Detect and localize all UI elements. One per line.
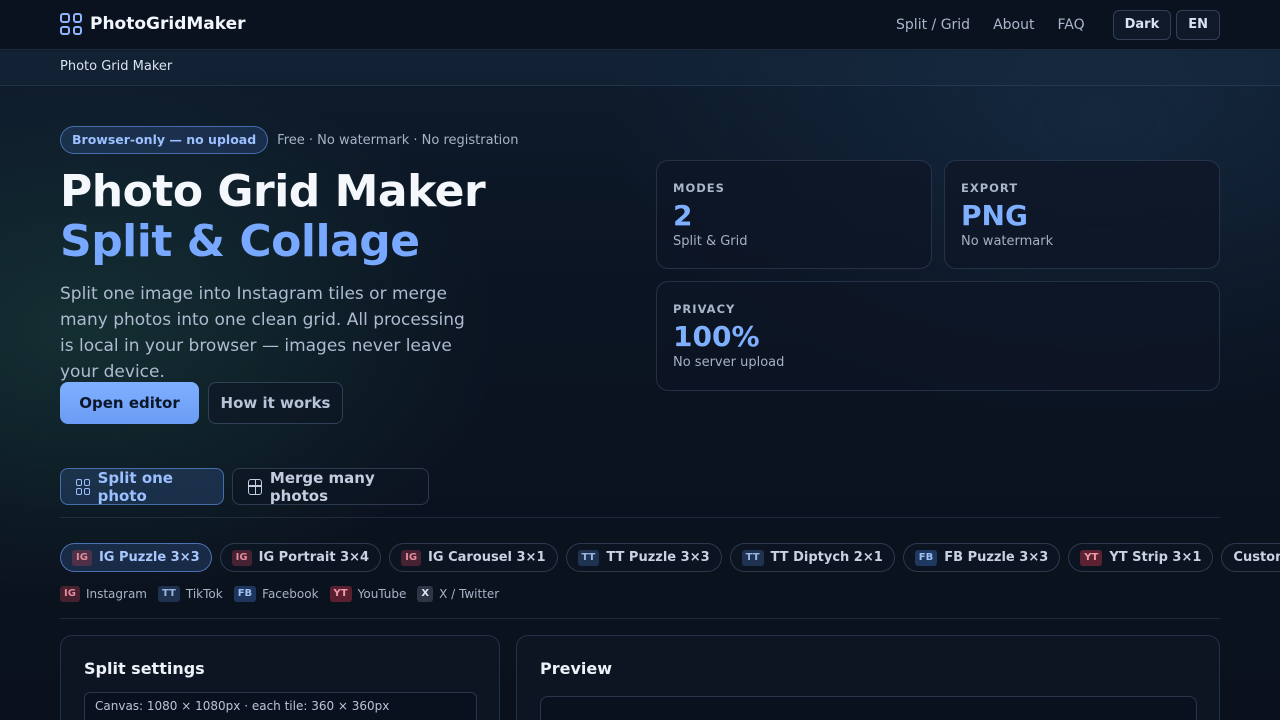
grid-2x2-icon bbox=[76, 478, 90, 495]
open-editor-button[interactable]: Open editor bbox=[60, 382, 199, 424]
page-subtitle: Split & Collage bbox=[60, 216, 420, 267]
preview-title: Preview bbox=[540, 659, 613, 678]
section-divider bbox=[60, 618, 1220, 619]
legend-label: YouTube bbox=[357, 587, 407, 601]
hero-description: Split one image into Instagram tiles or … bbox=[60, 284, 465, 382]
legend-label: Facebook bbox=[262, 587, 319, 601]
tiktok-tag-icon: TT bbox=[158, 586, 180, 602]
preset-ig-puzzle-3x3[interactable]: IG IG Puzzle 3×3 bbox=[60, 543, 212, 572]
badge-note: Free · No watermark · No registration bbox=[277, 132, 519, 148]
tab-label: Split one photo bbox=[97, 468, 173, 505]
instagram-tag-icon: IG bbox=[231, 549, 252, 566]
preset-chip-row: IG IG Puzzle 3×3 IG IG Portrait 3×4 IG I… bbox=[60, 543, 1280, 572]
main-nav: Split / Grid About FAQ Dark EN bbox=[896, 10, 1220, 40]
stat-label: MODES bbox=[673, 181, 725, 195]
canvas-info-field: Canvas: 1080 × 1080px · each tile: 360 ×… bbox=[84, 692, 477, 720]
tiktok-tag-icon: TT bbox=[741, 549, 764, 566]
preset-label: TT Puzzle 3×3 bbox=[606, 550, 710, 565]
legend-item-x-twitter: X X / Twitter bbox=[417, 586, 499, 602]
grid-square-icon bbox=[248, 478, 262, 495]
youtube-tag-icon: YT bbox=[1080, 549, 1103, 566]
brand-name: PhotoGridMaker bbox=[90, 14, 246, 34]
instagram-tag-icon: IG bbox=[401, 549, 422, 566]
brand-logo-link[interactable]: PhotoGridMaker bbox=[60, 13, 246, 35]
legend-item-youtube: YT YouTube bbox=[329, 586, 407, 602]
preview-canvas[interactable] bbox=[540, 696, 1197, 720]
section-divider bbox=[60, 517, 1220, 518]
instagram-tag-icon: IG bbox=[60, 586, 80, 602]
theme-toggle-button[interactable]: Dark bbox=[1112, 10, 1172, 40]
legend-label: TikTok bbox=[185, 587, 223, 601]
stat-sub: No watermark bbox=[961, 234, 1054, 249]
legend-label: X / Twitter bbox=[439, 587, 500, 601]
nav-link-faq[interactable]: FAQ bbox=[1057, 10, 1084, 40]
stat-card-privacy: PRIVACY 100% No server upload bbox=[656, 281, 1220, 391]
preset-tt-diptych-2x1[interactable]: TT TT Diptych 2×1 bbox=[729, 543, 895, 572]
top-navbar: PhotoGridMaker Split / Grid About FAQ Da… bbox=[0, 0, 1280, 50]
preview-panel: Preview bbox=[516, 635, 1220, 720]
stat-sub: No server upload bbox=[673, 355, 785, 370]
legend-item-facebook: FB Facebook bbox=[233, 586, 319, 602]
youtube-tag-icon: YT bbox=[329, 586, 352, 602]
preset-fb-puzzle-3x3[interactable]: FB FB Puzzle 3×3 bbox=[902, 543, 1061, 572]
tiktok-tag-icon: TT bbox=[577, 549, 600, 566]
browser-only-badge: Browser-only — no upload bbox=[60, 126, 269, 154]
nav-link-split-grid[interactable]: Split / Grid bbox=[896, 10, 970, 40]
preset-ig-portrait-3x4[interactable]: IG IG Portrait 3×4 bbox=[219, 543, 382, 572]
x-tag-icon: X bbox=[417, 586, 434, 602]
stat-value: PNG bbox=[961, 199, 1028, 232]
tab-label: Merge many photos bbox=[269, 468, 375, 505]
facebook-tag-icon: FB bbox=[914, 549, 938, 566]
facebook-tag-icon: FB bbox=[233, 586, 257, 602]
preset-label: IG Portrait 3×4 bbox=[258, 550, 370, 565]
preset-ig-carousel-3x1[interactable]: IG IG Carousel 3×1 bbox=[389, 543, 558, 572]
preset-label: YT Strip 3×1 bbox=[1109, 550, 1202, 565]
platform-legend: IG Instagram TT TikTok FB Facebook YT Yo… bbox=[60, 586, 499, 602]
preset-label: TT Diptych 2×1 bbox=[770, 550, 883, 565]
breadcrumb-current: Photo Grid Maker bbox=[60, 59, 173, 74]
preset-label: IG Puzzle 3×3 bbox=[98, 550, 200, 565]
legend-item-instagram: IG Instagram bbox=[60, 586, 147, 602]
stat-value: 2 bbox=[673, 199, 693, 232]
hero-badge-row: Browser-only — no upload Free · No water… bbox=[60, 126, 519, 154]
stat-label: EXPORT bbox=[961, 181, 1019, 195]
tab-split-one-photo[interactable]: Split one photo bbox=[60, 468, 224, 505]
stat-card-modes: MODES 2 Split & Grid bbox=[656, 160, 932, 269]
split-settings-panel: Split settings Canvas: 1080 × 1080px · e… bbox=[60, 635, 500, 720]
stat-sub: Split & Grid bbox=[673, 234, 748, 249]
preset-label: IG Carousel 3×1 bbox=[428, 550, 546, 565]
preset-tt-puzzle-3x3[interactable]: TT TT Puzzle 3×3 bbox=[565, 543, 722, 572]
page-title: Photo Grid Maker bbox=[60, 166, 486, 217]
language-button[interactable]: EN bbox=[1176, 10, 1220, 40]
breadcrumb: Photo Grid Maker bbox=[0, 51, 1280, 86]
stat-label: PRIVACY bbox=[673, 302, 736, 316]
grid-logo-icon bbox=[60, 13, 82, 35]
stat-card-export: EXPORT PNG No watermark bbox=[944, 160, 1220, 269]
nav-link-about[interactable]: About bbox=[993, 10, 1034, 40]
instagram-tag-icon: IG bbox=[72, 549, 92, 566]
legend-label: Instagram bbox=[85, 587, 147, 601]
preset-label: FB Puzzle 3×3 bbox=[944, 550, 1049, 565]
preset-label: Custom bbox=[1233, 550, 1280, 565]
split-settings-title: Split settings bbox=[84, 659, 205, 678]
preset-custom[interactable]: Custom bbox=[1221, 543, 1280, 572]
legend-item-tiktok: TT TikTok bbox=[158, 586, 223, 602]
preset-yt-strip-3x1[interactable]: YT YT Strip 3×1 bbox=[1068, 543, 1214, 572]
how-it-works-button[interactable]: How it works bbox=[208, 382, 343, 424]
stat-value: 100% bbox=[673, 320, 760, 353]
tab-merge-many-photos[interactable]: Merge many photos bbox=[232, 468, 429, 505]
